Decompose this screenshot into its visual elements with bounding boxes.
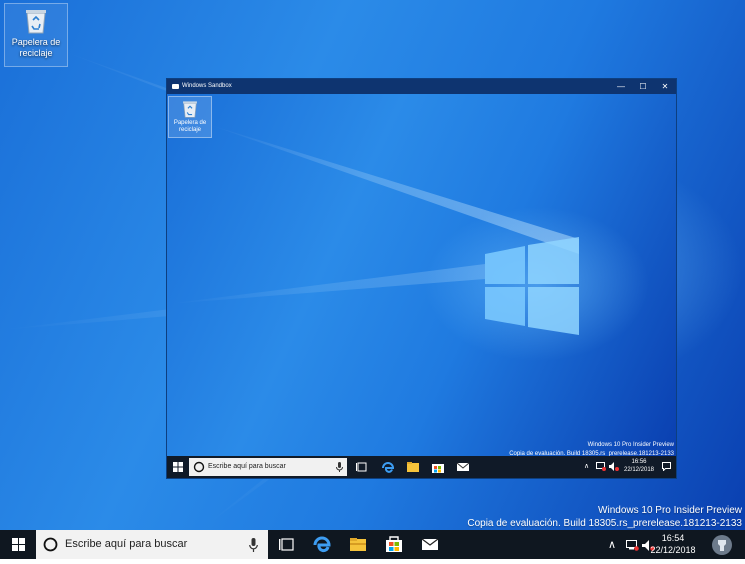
sandbox-search-placeholder: Escribe aquí para buscar <box>208 463 286 470</box>
sandbox-task-view-button[interactable] <box>351 456 373 478</box>
sandbox-desktop: Papelera de reciclaje Windows 10 Pro Ins… <box>167 94 676 457</box>
edge-button[interactable] <box>304 530 340 559</box>
sandbox-wallpaper <box>167 124 579 335</box>
clock-time: 16:54 <box>661 533 685 543</box>
start-button[interactable] <box>0 530 36 559</box>
watermark-line1: Windows 10 Pro Insider Preview <box>598 505 742 516</box>
mail-button[interactable] <box>412 530 448 559</box>
store-button[interactable] <box>376 530 412 559</box>
sandbox-start-button[interactable] <box>167 456 189 478</box>
sandbox-mail-button[interactable] <box>452 456 474 478</box>
sandbox-window: Windows Sandbox — ☐ ✕ Papelera de recicl… <box>166 78 677 479</box>
sandbox-maximize-button[interactable]: ☐ <box>632 79 654 94</box>
recycle-bin-icon <box>183 101 197 118</box>
file-explorer-button[interactable] <box>340 530 376 559</box>
sandbox-recycle-bin-shortcut[interactable]: Papelera de reciclaje <box>168 96 212 138</box>
sandbox-recycle-bin-label: Papelera de reciclaje <box>173 120 207 133</box>
sandbox-title: Windows Sandbox <box>182 83 232 89</box>
network-icon[interactable] <box>626 540 639 551</box>
store-icon <box>432 464 444 473</box>
sandbox-system-tray: ∧ 16:56 22/12/2018 <box>580 456 676 478</box>
watermark-line2: Copia de evaluación. Build 18305.rs_prer… <box>467 518 742 529</box>
sandbox-file-explorer-button[interactable] <box>402 456 424 478</box>
chevron-up-icon[interactable]: ∧ <box>608 538 616 551</box>
task-view-button[interactable] <box>268 530 304 559</box>
system-tray: ∧ 16:54 22/12/2018 <box>600 530 745 559</box>
clock[interactable]: 16:54 22/12/2018 <box>645 532 701 556</box>
mail-icon <box>421 538 439 550</box>
folder-icon <box>407 462 419 472</box>
recycle-bin-icon <box>26 10 46 34</box>
windows-logo-icon <box>485 237 579 335</box>
edge-icon <box>313 536 331 553</box>
recycle-bin-shortcut[interactable]: Papelera de reciclaje <box>4 3 68 67</box>
sandbox-app-icon <box>172 84 179 89</box>
windows-start-icon <box>12 538 25 551</box>
windows-start-icon <box>173 462 183 472</box>
sandbox-titlebar[interactable]: Windows Sandbox — ☐ ✕ <box>167 79 676 94</box>
task-view-icon <box>279 538 294 551</box>
desktop-watermark: Windows 10 Pro Insider Preview Copia de … <box>467 504 742 530</box>
clock-date: 22/12/2018 <box>650 545 696 555</box>
notification-center-button[interactable] <box>705 530 745 559</box>
sandbox-taskbar: Escribe aquí para buscar ∧ 16:56 22/12/2… <box>167 456 676 478</box>
cortana-icon <box>43 537 58 552</box>
taskbar: Escribe aquí para buscar ∧ 16:54 22/12/2… <box>0 530 745 559</box>
sandbox-chevron-up-icon[interactable]: ∧ <box>584 462 589 470</box>
sandbox-date: 22/12/2018 <box>623 467 655 473</box>
sandbox-watermark-line1: Windows 10 Pro Insider Preview <box>587 442 674 448</box>
assistant-avatar-icon <box>712 535 732 555</box>
sandbox-close-button[interactable]: ✕ <box>654 79 676 94</box>
store-icon <box>386 536 402 552</box>
edge-icon <box>382 462 395 473</box>
sandbox-store-button[interactable] <box>427 456 449 478</box>
microphone-icon[interactable] <box>336 462 343 472</box>
sandbox-minimize-button[interactable]: — <box>610 79 632 94</box>
sandbox-search-box[interactable]: Escribe aquí para buscar <box>189 458 347 476</box>
microphone-icon[interactable] <box>249 538 258 552</box>
sandbox-clock[interactable]: 16:56 22/12/2018 <box>622 458 656 474</box>
mail-icon <box>456 462 470 471</box>
sandbox-volume-icon[interactable] <box>609 462 619 471</box>
search-placeholder: Escribe aquí para buscar <box>65 538 188 550</box>
desktop: Papelera de reciclaje Windows Sandbox — … <box>0 0 745 530</box>
sandbox-time: 16:56 <box>631 459 647 465</box>
sandbox-edge-button[interactable] <box>377 456 399 478</box>
search-box[interactable]: Escribe aquí para buscar <box>36 530 268 559</box>
sandbox-network-icon[interactable] <box>596 462 606 471</box>
folder-icon <box>350 538 366 551</box>
task-view-icon <box>356 462 367 472</box>
sandbox-notifications-icon[interactable] <box>662 462 671 471</box>
cortana-icon <box>193 461 205 473</box>
recycle-bin-label: Papelera de reciclaje <box>11 37 61 58</box>
